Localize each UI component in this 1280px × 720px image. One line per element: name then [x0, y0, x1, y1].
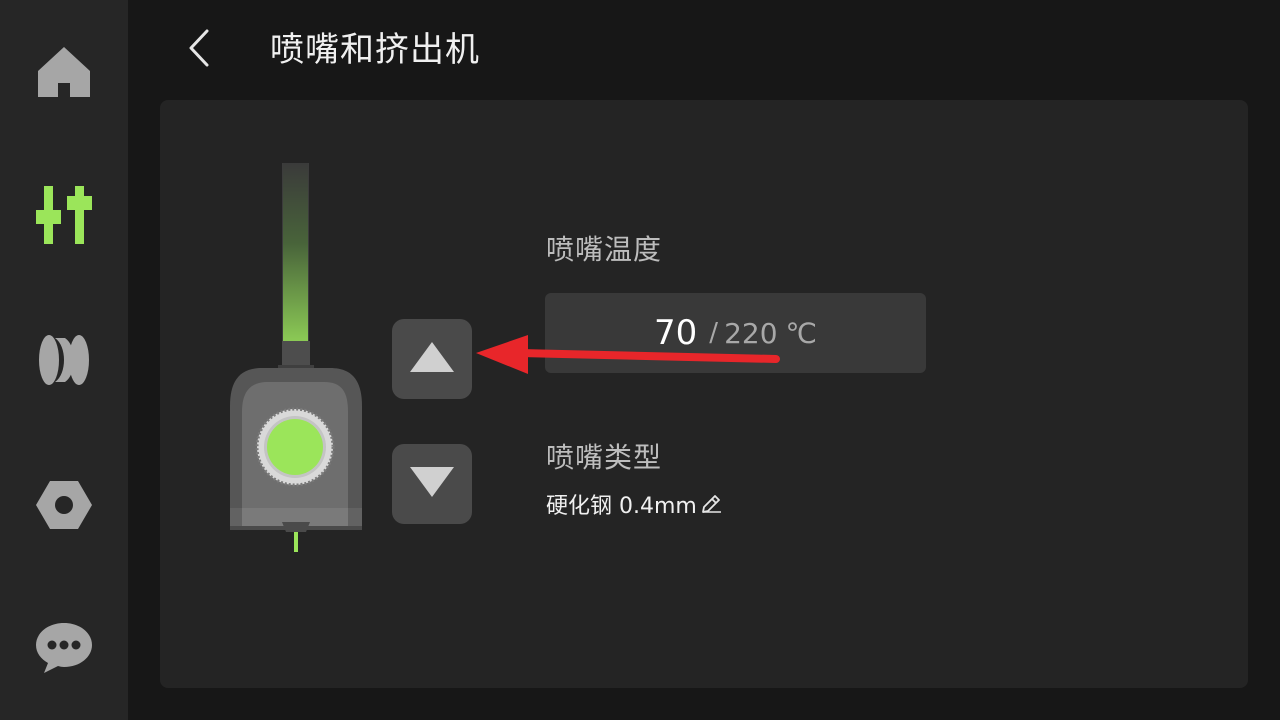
nozzle-temp-field[interactable]: 70 / 220 ℃	[545, 293, 926, 373]
sidebar	[0, 0, 128, 720]
sidebar-item-controls[interactable]	[0, 160, 128, 270]
sidebar-item-settings[interactable]	[0, 450, 128, 560]
page-title: 喷嘴和挤出机	[270, 30, 480, 70]
nozzle-temp-label: 喷嘴温度	[546, 233, 663, 266]
sidebar-item-home[interactable]	[0, 18, 128, 128]
temp-separator: /	[709, 318, 719, 348]
temp-up-button[interactable]	[392, 319, 472, 399]
sidebar-item-messages[interactable]	[0, 592, 128, 702]
temp-down-button[interactable]	[392, 444, 472, 524]
extruder-illustration	[228, 160, 364, 556]
filament-spool-icon	[37, 332, 91, 388]
triangle-down-icon	[408, 465, 456, 503]
nozzle-type-selector[interactable]: 硬化钢 0.4mm	[546, 488, 723, 520]
current-temp: 70	[654, 313, 698, 353]
temp-unit: ℃	[785, 316, 817, 350]
sliders-icon	[34, 184, 94, 246]
chat-bubble-icon	[34, 619, 94, 675]
back-button[interactable]	[176, 24, 224, 76]
triangle-up-icon	[408, 340, 456, 378]
hex-nut-icon	[35, 479, 93, 531]
chevron-left-icon	[185, 28, 215, 72]
target-temp: 220	[724, 316, 778, 350]
nozzle-type-label: 喷嘴类型	[546, 441, 663, 474]
pencil-icon	[699, 492, 723, 516]
nozzle-type-value: 硬化钢 0.4mm	[546, 494, 697, 519]
home-icon	[36, 45, 92, 101]
sidebar-item-filament[interactable]	[0, 305, 128, 415]
